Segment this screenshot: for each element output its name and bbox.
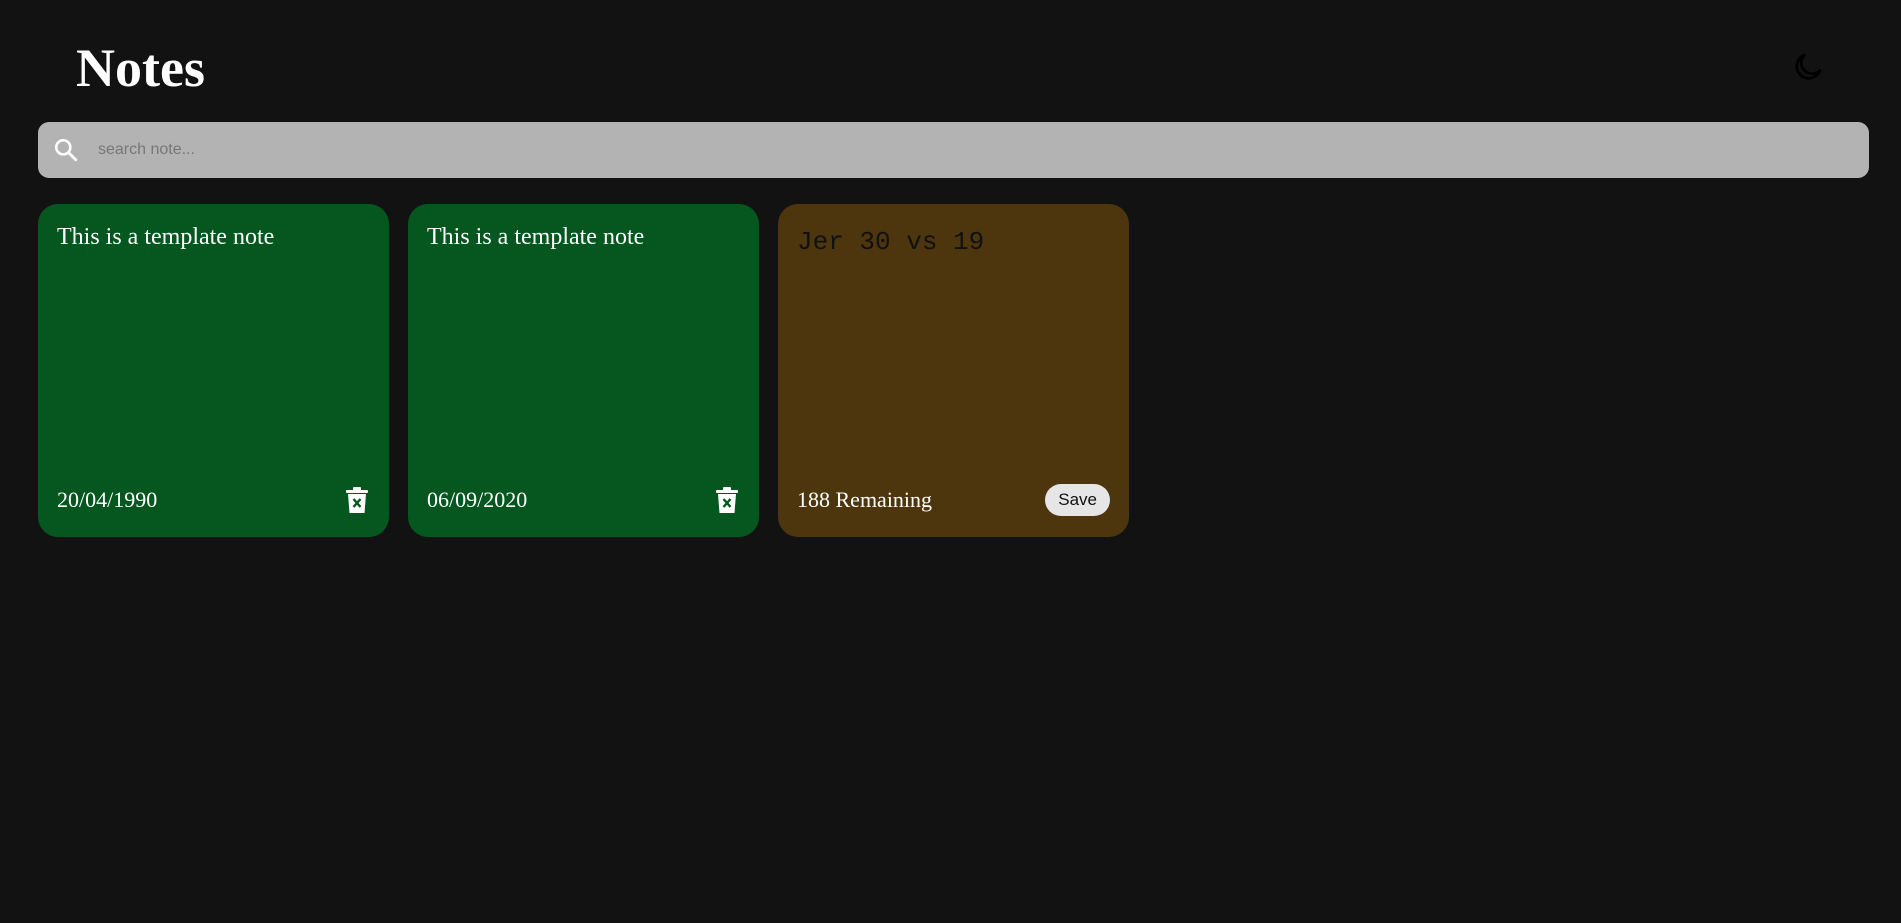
note-footer: 06/09/2020 xyxy=(427,483,740,517)
note-date: 20/04/1990 xyxy=(57,487,158,512)
note-text: This is a template note xyxy=(57,224,275,250)
header: Notes xyxy=(38,0,1863,122)
trash-icon[interactable] xyxy=(714,485,740,515)
note-footer: 188 Remaining Save xyxy=(797,483,1110,517)
page-title: Notes xyxy=(76,38,205,98)
search-bar xyxy=(38,122,1869,178)
note-footer: 20/04/1990 xyxy=(57,483,370,517)
remaining-count: 188 Remaining xyxy=(797,487,933,512)
notes-app: Notes This is a template note 20/04/1990 xyxy=(0,0,1901,923)
notes-list: This is a template note 20/04/1990 This … xyxy=(38,204,1129,537)
search-icon xyxy=(51,135,81,165)
trash-icon[interactable] xyxy=(344,485,370,515)
moon-icon xyxy=(1795,53,1822,80)
new-note-textarea[interactable]: Jer 30 vs 19 xyxy=(797,226,1110,456)
note-card: This is a template note 20/04/1990 xyxy=(38,204,389,537)
save-button[interactable]: Save xyxy=(1045,484,1110,516)
search-input[interactable] xyxy=(96,129,1869,171)
note-text: This is a template note xyxy=(427,224,645,250)
note-date: 06/09/2020 xyxy=(427,487,528,512)
new-note-card: Jer 30 vs 19 188 Remaining Save xyxy=(778,204,1129,537)
theme-toggle-button[interactable] xyxy=(1788,47,1828,87)
note-card: This is a template note 06/09/2020 xyxy=(408,204,759,537)
